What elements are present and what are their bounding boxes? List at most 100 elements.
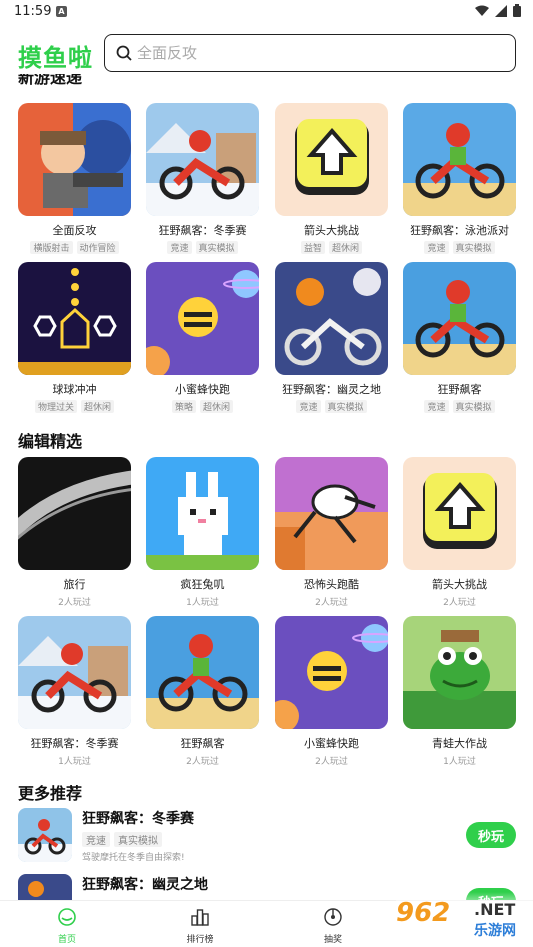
tag: 竞速 [82,832,110,847]
arrow-up-icon [403,457,516,570]
winter-bike-icon [146,103,259,216]
play-count: 2人玩过 [315,757,348,767]
tab-label: 抽奖 [323,935,342,945]
game-tags: 竞速 真实模拟 [403,400,516,413]
tab-ranking[interactable]: 排行榜 [160,907,240,945]
game-name: 狂野飙客：幽灵之地 [282,383,381,396]
tab-lottery[interactable]: 抽奖 [293,907,373,945]
section-title-new-games: 新游速递 [18,74,83,87]
watermark-net: .NET [474,900,516,919]
game-tags: 竞速 真实模拟 [275,400,388,413]
play-count: 1人玩过 [186,598,219,608]
tag: 横版射击 [30,241,73,254]
desert-bike-icon [146,616,259,729]
play-count: 2人玩过 [58,598,91,608]
winter-bike-icon [18,808,72,862]
game-tags: 横版射击 动作冒险 [18,241,131,254]
tag: 超休闲 [81,400,115,413]
app-logo: 摸鱼啦 [18,44,93,72]
runner-icon [275,457,388,570]
ranking-icon [191,909,209,926]
play-count: 1人玩过 [443,757,476,767]
play-count: 2人玩过 [443,598,476,608]
brush-stroke-icon [18,457,131,570]
list-item-name: 狂野飙客：冬季赛 [82,811,194,827]
game-name: 狂野飙客：泳池派对 [410,224,509,237]
instant-play-button[interactable]: 秒玩 [466,822,516,848]
wifi-icon [475,5,489,16]
bee-icon [146,262,259,375]
tag: 真实模拟 [452,400,495,413]
list-item[interactable]: 狂野飙客：冬季赛 竞速 真实模拟 驾驶摩托在冬季自由探索! 秒玩 [18,808,516,864]
tag: 竞速 [424,241,449,254]
game-card[interactable]: 全面反攻横版射击 动作冒险 [18,103,131,254]
arrow-up-icon [275,103,388,216]
game-name: 箭头大挑战 [304,224,359,237]
search-bar[interactable] [104,34,516,72]
search-input[interactable] [137,41,497,65]
game-name: 疯狂兔叽 [180,578,225,591]
ghost-bike-icon [275,262,388,375]
game-name: 恐怖头跑酷 [304,578,359,591]
section-title-editor-picks: 编辑精选 [18,432,83,451]
watermark-cn: 乐游网 [474,923,516,939]
game-name: 狂野飙客 [180,737,225,750]
tab-label: 排行榜 [186,935,214,945]
list-item-desc: 驾驶摩托在冬季自由探索! [82,853,185,863]
game-tags: 益智 超休闲 [275,241,388,254]
game-name: 青蛙大作战 [432,737,487,750]
game-card[interactable]: 狂野飙客：冬季赛 竞速 真实模拟 [146,103,259,254]
battery-icon [513,4,521,17]
play-count: 1人玩过 [58,757,91,767]
game-card[interactable]: 球球冲冲物理过关 超休闲 [18,262,131,413]
desert-bike-icon [403,262,516,375]
notification-a-icon: A [56,6,67,17]
tag: 竞速 [424,400,449,413]
game-name: 球球冲冲 [52,383,97,396]
system-icons [475,4,521,17]
game-card[interactable]: 狂野飙客竞速 真实模拟 [403,262,516,413]
watermark-number: 962 [396,898,451,928]
game-name: 狂野飙客：冬季赛 [30,737,119,750]
gunner-icon [18,103,131,216]
game-card[interactable]: 青蛙大作战 1人玩过 [403,616,516,767]
game-name: 箭头大挑战 [432,578,487,591]
game-card[interactable]: 疯狂兔叽 1人玩过 [146,457,259,608]
game-card[interactable]: 狂野飙客：泳池派对 竞速 真实模拟 [403,103,516,254]
game-card[interactable]: 小蜜蜂快跑策略 超休闲 [146,262,259,413]
tag: 策略 [171,400,196,413]
tag: 真实模拟 [195,241,238,254]
tag: 竞速 [167,241,192,254]
tab-home[interactable]: 首页 [27,907,107,945]
tag: 益智 [300,241,325,254]
game-tags: 策略 超休闲 [146,400,259,413]
frog-icon [403,616,516,729]
game-name: 全面反攻 [52,224,97,237]
game-card[interactable]: 旅行 2人玩过 [18,457,131,608]
pool-bike-icon [403,103,516,216]
tag: 真实模拟 [114,832,162,847]
home-icon [58,908,76,926]
status-time: 11:59 [14,4,52,19]
game-card[interactable]: 狂野飙客 2人玩过 [146,616,259,767]
game-name: 小蜜蜂快跑 [175,383,230,396]
game-card[interactable]: 狂野飙客：冬季赛 1人玩过 [18,616,131,767]
search-icon [116,45,132,61]
lottery-icon [324,908,342,926]
game-tags: 物理过关 超休闲 [18,400,131,413]
game-card[interactable]: 恐怖头跑酷 2人玩过 [275,457,388,608]
game-name: 狂野飙客 [437,383,482,396]
play-count: 2人玩过 [315,598,348,608]
tag: 动作冒险 [76,241,119,254]
list-item-name: 狂野飙客：幽灵之地 [82,877,208,893]
tag: 真实模拟 [324,400,367,413]
game-card[interactable]: 箭头大挑战 2人玩过 [403,457,516,608]
tag: 超休闲 [200,400,234,413]
game-card[interactable]: 小蜜蜂快跑 2人玩过 [275,616,388,767]
game-card[interactable]: 狂野飙客：幽灵之地 竞速 真实模拟 [275,262,388,413]
status-bar: 11:59 A [0,0,533,24]
tag: 超休闲 [329,241,363,254]
game-name: 小蜜蜂快跑 [304,737,359,750]
game-card[interactable]: 箭头大挑战益智 超休闲 [275,103,388,254]
winter-bike-icon [18,616,131,729]
